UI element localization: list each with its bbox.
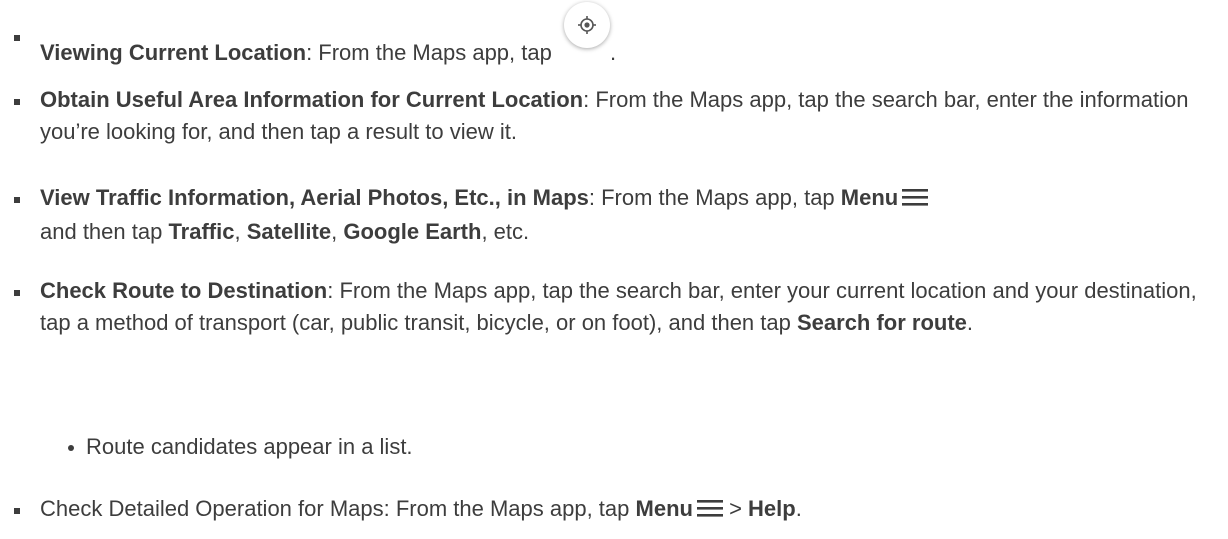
google-earth-label: Google Earth [343, 219, 482, 244]
menu-label: Menu [840, 185, 899, 210]
item-text: and then tap [40, 219, 169, 244]
list-item-check-route: Check Route to Destination: From the Map… [14, 275, 1215, 339]
hamburger-menu-icon[interactable] [902, 184, 929, 216]
bullet-marker [14, 290, 20, 296]
sub-bullet-marker [68, 445, 74, 451]
my-location-icon[interactable] [563, 2, 610, 48]
sub-list-item-route-candidates: Route candidates appear in a list. [68, 431, 1186, 463]
help-label: Help [748, 496, 796, 521]
item-title: Obtain Useful Area Information for Curre… [40, 87, 584, 112]
item-title: View Traffic Information, Aerial Photos,… [40, 185, 589, 210]
list-item-area-information: Obtain Useful Area Information for Curre… [14, 84, 1215, 148]
item-text: : From the Maps app, tap [588, 185, 841, 210]
item-text: : From the Maps app, tap [306, 40, 558, 65]
bullet-marker [14, 35, 20, 41]
list-item-traffic-information: View Traffic Information, Aerial Photos,… [14, 182, 1215, 248]
separator: , [234, 219, 247, 244]
separator: > [722, 496, 749, 521]
bullet-marker [14, 508, 20, 514]
list-item-viewing-current-location: Viewing Current Location: From the Maps … [14, 2, 1215, 69]
bullet-marker [14, 99, 20, 105]
item-end: . [966, 310, 974, 335]
separator: , [331, 219, 344, 244]
hamburger-menu-icon[interactable] [696, 495, 723, 527]
item-text: , etc. [481, 219, 530, 244]
item-title: Viewing Current Location [40, 40, 307, 65]
sub-item-text: Route candidates appear in a list. [86, 434, 413, 459]
item-end: . [609, 40, 617, 65]
item-title: Check Route to Destination [40, 278, 328, 303]
item-text: Check Detailed Operation for Maps: From … [40, 496, 636, 521]
bullet-marker [14, 197, 20, 203]
list-item-detailed-operation: Check Detailed Operation for Maps: From … [14, 493, 1215, 527]
menu-label: Menu [635, 496, 693, 521]
search-for-route-label: Search for route [796, 310, 967, 335]
satellite-label: Satellite [246, 219, 332, 244]
item-end: . [795, 496, 802, 521]
traffic-label: Traffic [168, 219, 235, 244]
